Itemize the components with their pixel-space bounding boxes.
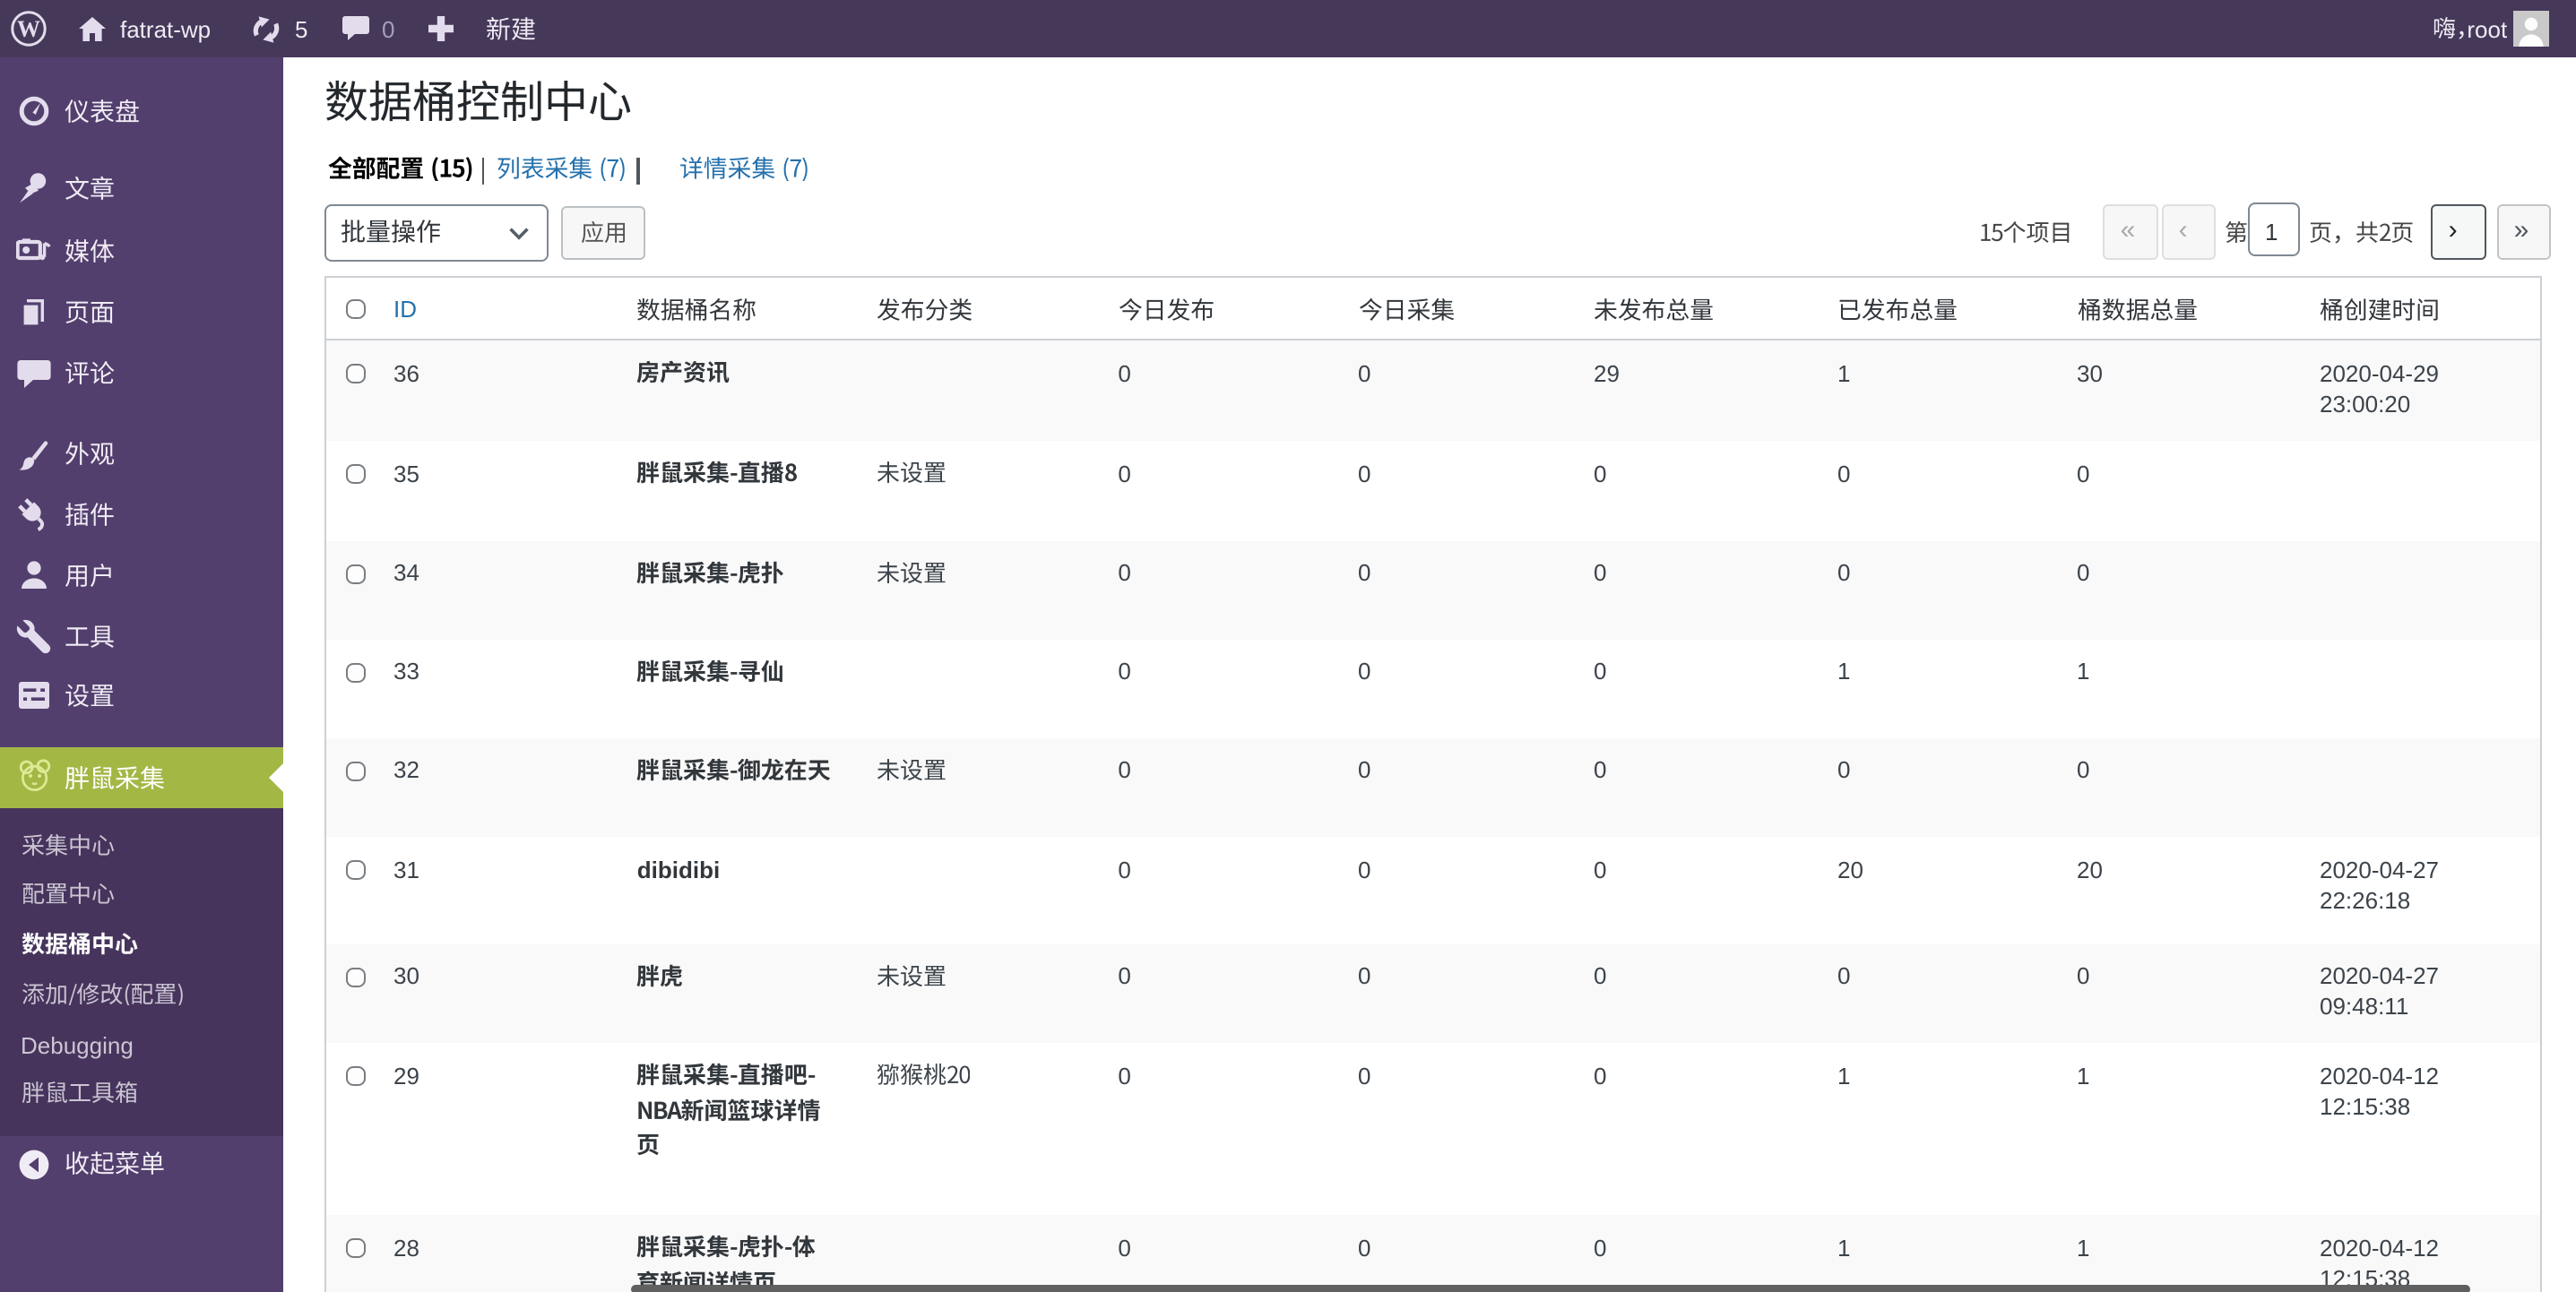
svg-text:W: W	[18, 16, 41, 42]
